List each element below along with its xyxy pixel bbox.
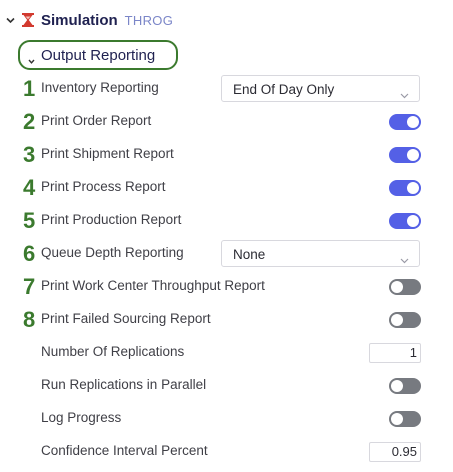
setting-toggle[interactable]	[389, 312, 421, 328]
chevron-down-icon[interactable]	[28, 52, 35, 64]
simulation-header[interactable]: Simulation THROG	[6, 9, 173, 31]
annotation-number: 6	[23, 241, 36, 266]
section-title: Simulation	[41, 11, 118, 29]
toggle-knob	[407, 149, 419, 161]
setting-toggle[interactable]	[389, 411, 421, 427]
setting-row: 4 Print Process Report	[0, 171, 453, 204]
number-input[interactable]: 1	[369, 343, 421, 363]
setting-label: Print Process Report	[41, 179, 166, 194]
annotation-number: 4	[23, 175, 36, 200]
chevron-down-icon[interactable]	[6, 16, 15, 25]
setting-label: Inventory Reporting	[41, 80, 159, 95]
setting-row: 7 Print Work Center Throughput Report	[0, 270, 453, 303]
annotation-number: 8	[23, 307, 36, 332]
setting-row: 8 Print Failed Sourcing Report	[0, 303, 453, 336]
chevron-down-icon	[400, 251, 409, 264]
setting-toggle[interactable]	[389, 114, 421, 130]
output-reporting-title: Output Reporting	[41, 46, 156, 64]
setting-label: Print Failed Sourcing Report	[41, 311, 211, 326]
setting-toggle[interactable]	[389, 180, 421, 196]
setting-select[interactable]: None	[221, 240, 420, 267]
annotation-number: 5	[23, 208, 36, 233]
setting-row: 5 Print Production Report	[0, 204, 453, 237]
setting-row: Number Of Replications 1	[0, 336, 453, 369]
simulation-icon	[21, 12, 35, 28]
chevron-down-icon	[400, 86, 409, 99]
setting-label: Confidence Interval Percent	[41, 443, 208, 458]
setting-label: Print Work Center Throughput Report	[41, 278, 265, 293]
setting-label: Run Replications in Parallel	[41, 377, 207, 392]
toggle-knob	[391, 380, 403, 392]
setting-row: 3 Print Shipment Report	[0, 138, 453, 171]
annotation-number: 2	[23, 109, 36, 134]
setting-row: 1 Inventory Reporting End Of Day Only	[0, 72, 453, 105]
setting-row: Run Replications in Parallel	[0, 369, 453, 402]
setting-label: Print Order Report	[41, 113, 152, 128]
annotation-number: 1	[23, 76, 36, 101]
setting-row: 2 Print Order Report	[0, 105, 453, 138]
toggle-knob	[391, 413, 403, 425]
setting-toggle[interactable]	[389, 147, 421, 163]
number-input[interactable]: 0.95	[369, 442, 421, 462]
annotation-number: 7	[23, 274, 36, 299]
setting-label: Print Shipment Report	[41, 146, 174, 161]
setting-toggle[interactable]	[389, 213, 421, 229]
setting-label: Log Progress	[41, 410, 122, 425]
setting-row: Log Progress	[0, 402, 453, 435]
setting-label: Print Production Report	[41, 212, 182, 227]
toggle-knob	[391, 314, 403, 326]
output-reporting-section[interactable]: Output Reporting	[18, 40, 178, 70]
toggle-knob	[407, 116, 419, 128]
toggle-knob	[391, 281, 403, 293]
toggle-knob	[407, 215, 419, 227]
setting-select[interactable]: End Of Day Only	[221, 75, 420, 102]
setting-label: Number Of Replications	[41, 344, 185, 359]
scenario-name: THROG	[124, 12, 174, 28]
setting-toggle[interactable]	[389, 378, 421, 394]
setting-toggle[interactable]	[389, 279, 421, 295]
select-value: End Of Day Only	[233, 82, 335, 97]
setting-row: Confidence Interval Percent 0.95	[0, 435, 453, 468]
toggle-knob	[407, 182, 419, 194]
select-value: None	[233, 247, 266, 262]
setting-row: 6 Queue Depth Reporting None	[0, 237, 453, 270]
annotation-number: 3	[23, 142, 36, 167]
setting-label: Queue Depth Reporting	[41, 245, 184, 260]
